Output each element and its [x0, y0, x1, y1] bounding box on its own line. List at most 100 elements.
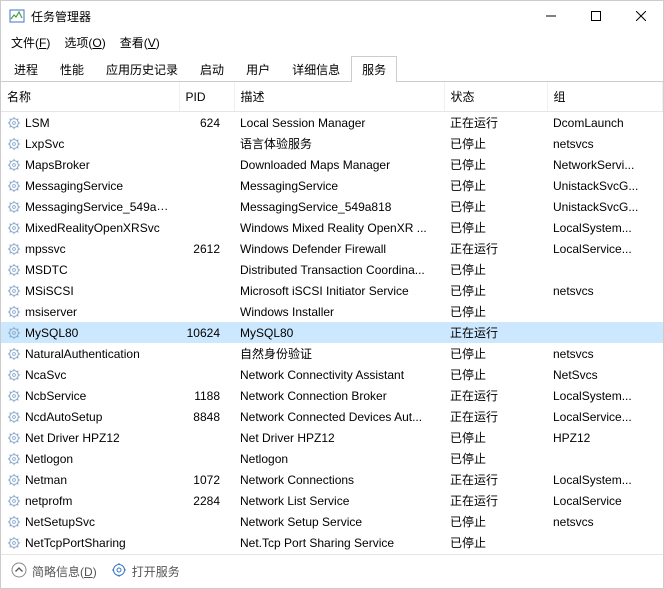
- service-row[interactable]: Net Driver HPZ12Net Driver HPZ12已停止HPZ12: [1, 427, 663, 448]
- gear-icon: [7, 515, 21, 529]
- cell-pid: [179, 196, 234, 217]
- gear-icon: [7, 200, 21, 214]
- service-row[interactable]: NetSetupSvcNetwork Setup Service已停止netsv…: [1, 511, 663, 532]
- cell-desc: MessagingService_549a818: [234, 196, 444, 217]
- services-table-scroll[interactable]: 名称 PID 描述 状态 组 LSM624Local Session Manag…: [1, 82, 663, 554]
- tab-2[interactable]: 应用历史记录: [95, 56, 189, 82]
- cell-pid: [179, 301, 234, 322]
- cell-group: [547, 532, 663, 553]
- cell-name: NetSetupSvc: [1, 511, 179, 532]
- maximize-button[interactable]: [573, 1, 618, 31]
- gear-icon: [7, 368, 21, 382]
- cell-name: NcbService: [1, 385, 179, 406]
- cell-pid: 2284: [179, 490, 234, 511]
- cell-group: netsvcs: [547, 133, 663, 154]
- cell-group: UnistackSvcG...: [547, 196, 663, 217]
- cell-name: LxpSvc: [1, 133, 179, 154]
- cell-pid: [179, 427, 234, 448]
- service-row[interactable]: Netman1072Network Connections正在运行LocalSy…: [1, 469, 663, 490]
- tab-5[interactable]: 详细信息: [281, 56, 351, 82]
- cell-name: MSiSCSI: [1, 280, 179, 301]
- cell-group: [547, 322, 663, 343]
- cell-status: 正在运行: [444, 406, 547, 427]
- cell-pid: [179, 175, 234, 196]
- cell-group: LocalService...: [547, 238, 663, 259]
- cell-pid: 624: [179, 112, 234, 134]
- cell-name: MySQL80: [1, 322, 179, 343]
- cell-pid: [179, 511, 234, 532]
- service-row[interactable]: MSDTCDistributed Transaction Coordina...…: [1, 259, 663, 280]
- cell-pid: 8848: [179, 406, 234, 427]
- cell-status: 已停止: [444, 511, 547, 532]
- tab-1[interactable]: 性能: [49, 56, 95, 82]
- service-row[interactable]: NetlogonNetlogon已停止: [1, 448, 663, 469]
- service-row[interactable]: NcbService1188Network Connection Broker正…: [1, 385, 663, 406]
- menu-options[interactable]: 选项(O): [58, 32, 111, 53]
- service-row[interactable]: MapsBrokerDownloaded Maps Manager已停止Netw…: [1, 154, 663, 175]
- column-header-status[interactable]: 状态: [444, 82, 547, 112]
- column-header-desc[interactable]: 描述: [234, 82, 444, 112]
- column-header-name[interactable]: 名称: [1, 82, 179, 112]
- footer: 简略信息(D) 打开服务: [1, 554, 663, 588]
- cell-status: 正在运行: [444, 385, 547, 406]
- close-button[interactable]: [618, 1, 663, 31]
- tab-0[interactable]: 进程: [3, 56, 49, 82]
- column-header-pid[interactable]: PID: [179, 82, 234, 112]
- cell-status: 已停止: [444, 154, 547, 175]
- column-header-group[interactable]: 组: [547, 82, 663, 112]
- cell-name: NcaSvc: [1, 364, 179, 385]
- service-row[interactable]: MSiSCSIMicrosoft iSCSI Initiator Service…: [1, 280, 663, 301]
- service-row[interactable]: MessagingService_549a8...MessagingServic…: [1, 196, 663, 217]
- cell-desc: Windows Mixed Reality OpenXR ...: [234, 217, 444, 238]
- cell-group: [547, 448, 663, 469]
- service-row[interactable]: netprofm2284Network List Service正在运行Loca…: [1, 490, 663, 511]
- service-row[interactable]: NaturalAuthentication自然身份验证已停止netsvcs: [1, 343, 663, 364]
- tab-3[interactable]: 启动: [189, 56, 235, 82]
- cell-desc: MySQL80: [234, 322, 444, 343]
- service-row[interactable]: NcaSvcNetwork Connectivity Assistant已停止N…: [1, 364, 663, 385]
- open-services-button[interactable]: 打开服务: [111, 562, 180, 581]
- cell-group: DcomLaunch: [547, 112, 663, 134]
- minimize-button[interactable]: [528, 1, 573, 31]
- service-row[interactable]: MessagingServiceMessagingService已停止Unist…: [1, 175, 663, 196]
- cell-status: 正在运行: [444, 490, 547, 511]
- gear-icon: [7, 473, 21, 487]
- cell-name: NcdAutoSetup: [1, 406, 179, 427]
- gear-icon: [7, 494, 21, 508]
- service-row[interactable]: NcdAutoSetup8848Network Connected Device…: [1, 406, 663, 427]
- service-row[interactable]: NetTcpPortSharingNet.Tcp Port Sharing Se…: [1, 532, 663, 553]
- menu-view[interactable]: 查看(V): [114, 32, 166, 53]
- cell-desc: Downloaded Maps Manager: [234, 154, 444, 175]
- cell-desc: Network Setup Service: [234, 511, 444, 532]
- fewer-details-button[interactable]: 简略信息(D): [11, 562, 97, 581]
- cell-status: 已停止: [444, 175, 547, 196]
- service-row[interactable]: LSM624Local Session Manager正在运行DcomLaunc…: [1, 112, 663, 134]
- cell-pid: [179, 343, 234, 364]
- service-row[interactable]: MixedRealityOpenXRSvc Windows Mixed Reali…: [1, 217, 663, 238]
- cell-pid: [179, 280, 234, 301]
- cell-pid: 2612: [179, 238, 234, 259]
- cell-pid: [179, 259, 234, 280]
- gear-icon: [7, 116, 21, 130]
- service-row[interactable]: LxpSvc语言体验服务已停止netsvcs: [1, 133, 663, 154]
- cell-name: Net Driver HPZ12: [1, 427, 179, 448]
- gear-icon: [7, 410, 21, 424]
- tab-4[interactable]: 用户: [235, 56, 281, 82]
- gear-icon: [7, 305, 21, 319]
- gear-icon: [7, 158, 21, 172]
- window-controls: [528, 1, 663, 31]
- gear-icon: [7, 242, 21, 256]
- tab-6[interactable]: 服务: [351, 56, 397, 82]
- cell-pid: 10624: [179, 322, 234, 343]
- cell-name: msiserver: [1, 301, 179, 322]
- cell-name: MixedRealityOpenXRSvc: [1, 217, 179, 238]
- service-row[interactable]: mpssvc2612Windows Defender Firewall正在运行L…: [1, 238, 663, 259]
- cell-group: HPZ12: [547, 427, 663, 448]
- cell-name: LSM: [1, 112, 179, 134]
- cell-group: UnistackSvcG...: [547, 175, 663, 196]
- cell-group: LocalSystem...: [547, 469, 663, 490]
- service-row[interactable]: msiserverWindows Installer已停止: [1, 301, 663, 322]
- cell-group: LocalService: [547, 490, 663, 511]
- menu-file[interactable]: 文件(F): [5, 32, 56, 53]
- service-row[interactable]: MySQL8010624MySQL80正在运行: [1, 322, 663, 343]
